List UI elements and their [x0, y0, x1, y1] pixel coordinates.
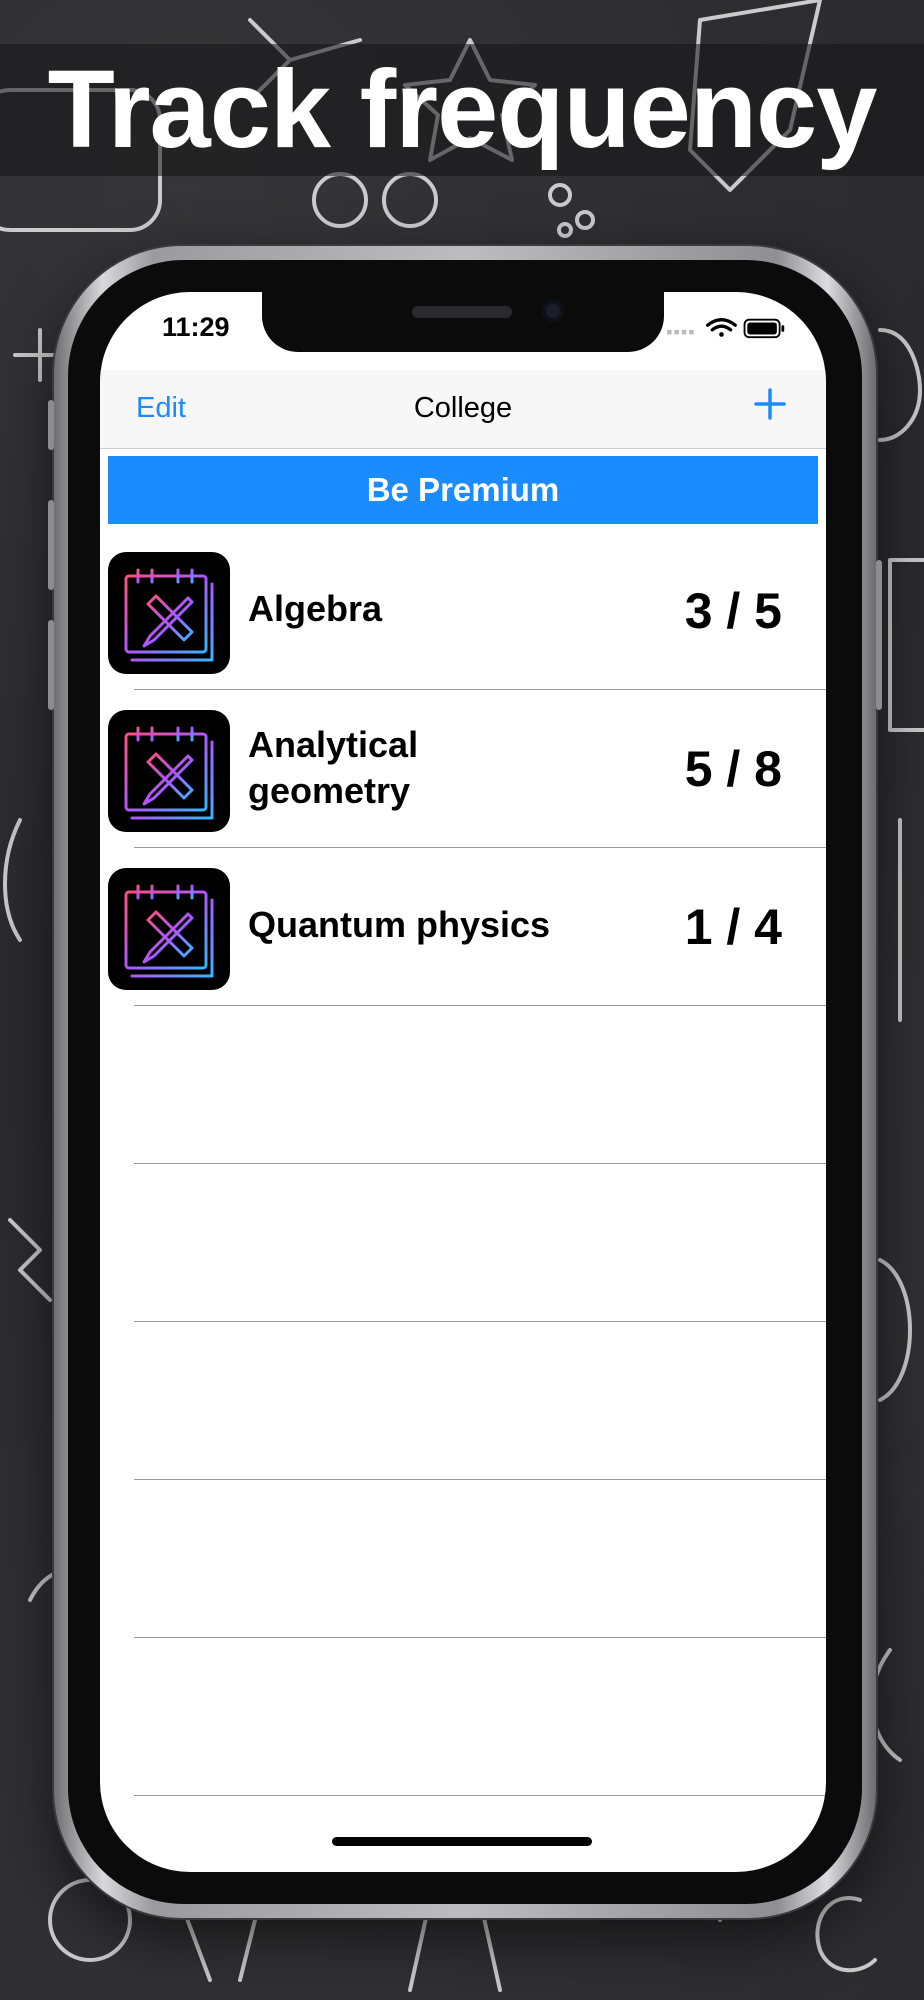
item-name: Analytical geometry — [248, 724, 419, 811]
wifi-icon — [706, 318, 737, 337]
notebook-pencil-ruler-icon — [108, 710, 230, 832]
headline: Track frequency — [47, 48, 878, 171]
empty-row — [100, 1164, 826, 1322]
empty-row — [100, 1480, 826, 1638]
power-button — [876, 560, 882, 710]
speaker — [412, 306, 512, 318]
item-name: Algebra — [248, 588, 383, 629]
list-item[interactable]: Analytical geometry 5 / 8 — [100, 690, 826, 848]
item-count: 5 / 8 — [684, 741, 782, 797]
row-separator — [134, 1795, 826, 1796]
volume-down-button — [48, 620, 54, 710]
empty-row — [100, 1322, 826, 1480]
front-camera — [542, 300, 564, 322]
item-count: 1 / 4 — [684, 899, 782, 955]
item-count: 3 / 5 — [684, 583, 782, 639]
status-icons — [667, 318, 785, 339]
navigation-bar: Edit College — [100, 370, 826, 449]
be-premium-button[interactable]: Be Premium — [108, 456, 818, 524]
notebook-pencil-ruler-icon — [108, 552, 230, 674]
notebook-pencil-ruler-icon — [108, 868, 230, 990]
list-item[interactable]: Quantum physics 1 / 4 — [100, 848, 826, 1006]
list-item[interactable]: Algebra 3 / 5 — [100, 532, 826, 690]
signal-icon — [667, 329, 694, 335]
mute-switch — [48, 400, 54, 450]
item-name: Quantum physics — [248, 904, 551, 945]
empty-row — [100, 1006, 826, 1164]
phone-screen: 11:29 Edit College Be Premium Algebra 3 … — [100, 292, 826, 1872]
nav-title: College — [413, 392, 513, 424]
status-time: 11:29 — [162, 312, 230, 342]
notch — [262, 292, 664, 352]
battery-icon — [743, 318, 785, 339]
plus-icon[interactable] — [750, 384, 790, 424]
volume-up-button — [48, 500, 54, 590]
empty-row — [100, 1638, 826, 1796]
home-indicator[interactable] — [332, 1837, 592, 1846]
